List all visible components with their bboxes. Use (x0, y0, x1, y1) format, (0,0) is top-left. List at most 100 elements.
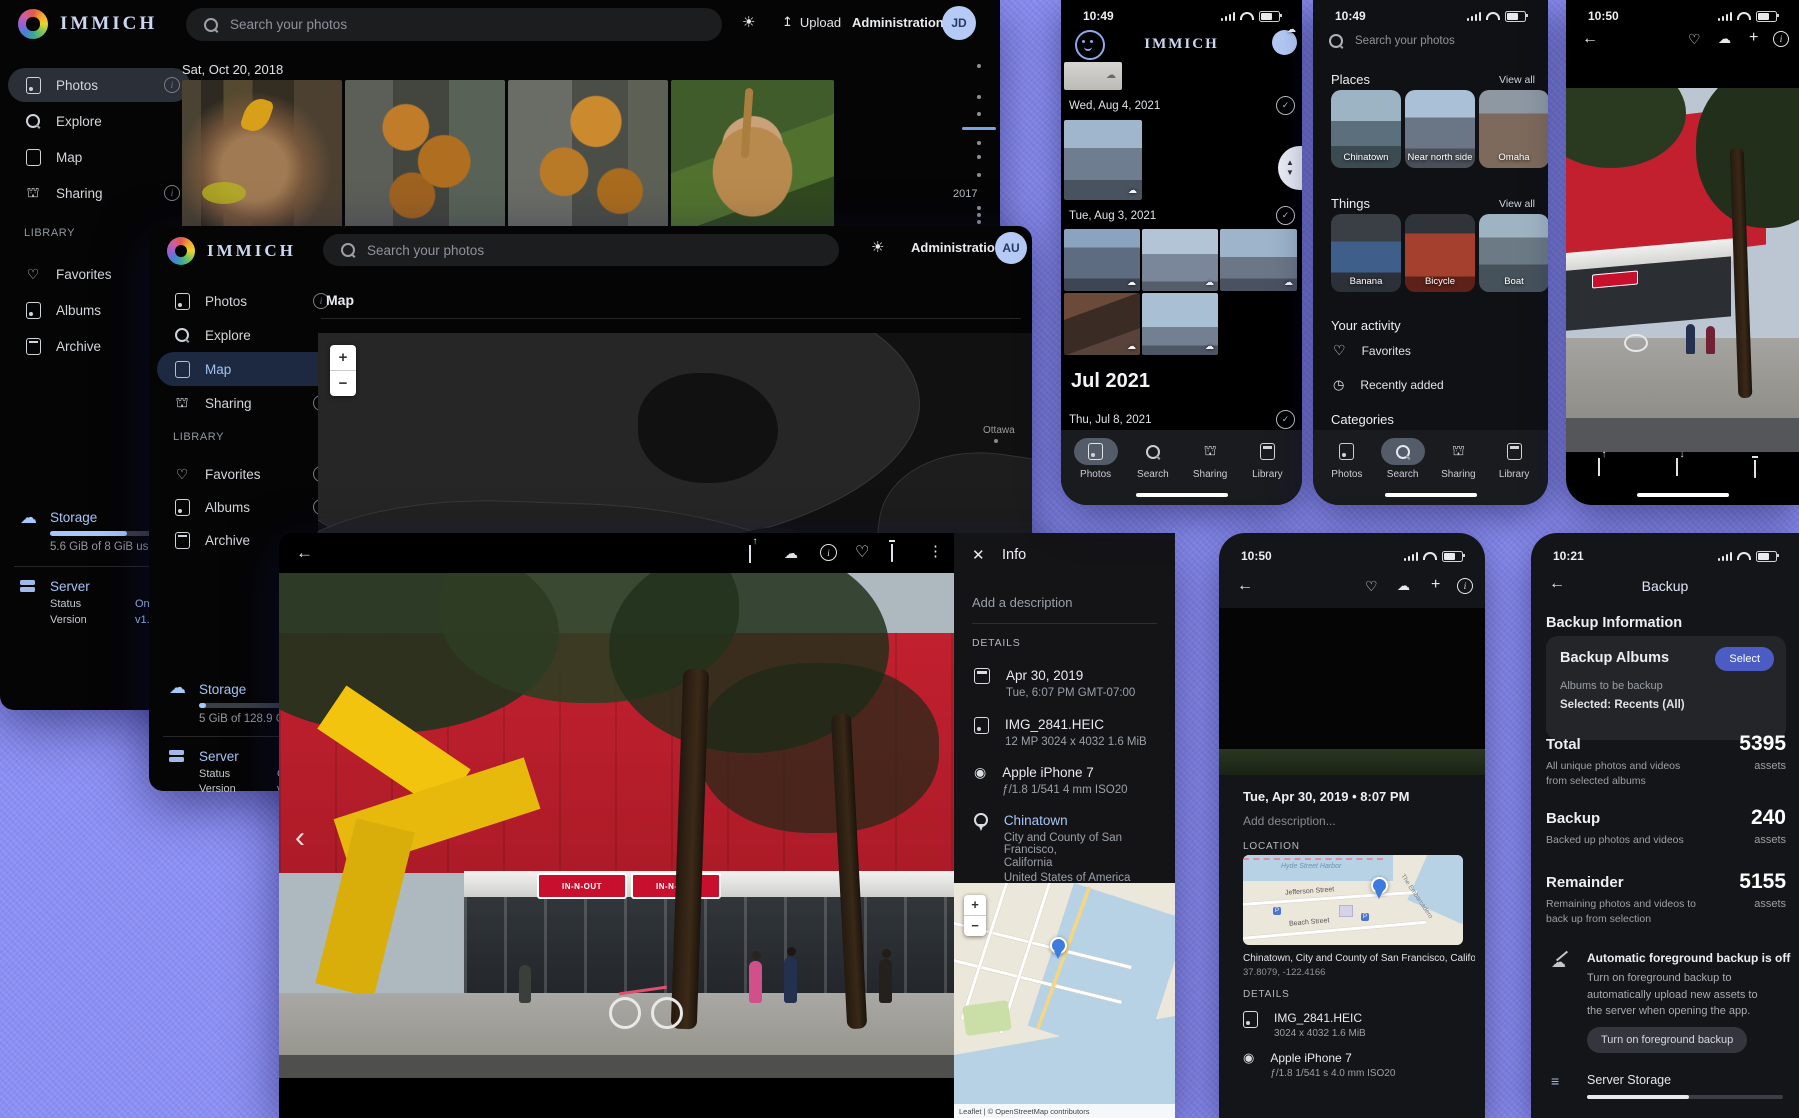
activity-recent-row[interactable]: ◷ Recently added (1333, 377, 1444, 393)
photo-thumbnail-mushroom-1[interactable] (182, 80, 342, 228)
info-icon[interactable]: i (1773, 31, 1789, 47)
things-view-all-link[interactable]: View all (1499, 198, 1535, 210)
detail-file-secondary: 3024 x 4032 1.6 MiB (1274, 1028, 1366, 1039)
add-icon[interactable]: + (1431, 576, 1440, 594)
search-input[interactable]: Search your photos (1329, 34, 1455, 48)
photo-thumbnail-mushroom-3[interactable] (508, 80, 668, 228)
brand-title: IMMICH (60, 13, 157, 35)
favorite-heart-icon[interactable]: ♡ (855, 542, 869, 562)
stat-remainder: Remainder 5155 Remaining photos and vide… (1546, 874, 1786, 927)
select-group-icon[interactable]: ✓ (1276, 410, 1295, 429)
add-icon[interactable]: + (1749, 29, 1758, 47)
zoom-out-button[interactable]: − (964, 915, 986, 936)
thing-card[interactable]: Bicycle (1405, 214, 1475, 292)
back-arrow-icon[interactable]: ← (296, 543, 313, 563)
share-icon[interactable] (749, 545, 751, 563)
sidebar-item-map[interactable]: Map (8, 140, 190, 174)
zoom-in-button[interactable]: + (964, 895, 986, 915)
trash-icon[interactable] (891, 544, 893, 562)
location-map[interactable]: + − Leaflet | © OpenStreetMap contributo… (954, 883, 1175, 1118)
thing-card[interactable]: Banana (1331, 214, 1401, 292)
sidebar-item-favorites[interactable]: ♡ Favorites i (157, 457, 339, 491)
sidebar-item-map[interactable]: Map (157, 352, 339, 386)
app-logo[interactable]: IMMICH (167, 237, 296, 265)
photo-thumbnail[interactable]: ☁ (1142, 293, 1218, 355)
sidebar-item-albums[interactable]: Albums i (157, 490, 339, 524)
select-button[interactable]: Select (1715, 647, 1774, 671)
nav-item-library[interactable]: Library (1239, 438, 1296, 505)
theme-toggle-sun-icon[interactable]: ☀ (871, 238, 884, 256)
favorite-heart-icon[interactable]: ♡ (1688, 31, 1701, 48)
place-card[interactable]: Omaha (1479, 90, 1548, 168)
map-zoom-control[interactable]: + − (330, 345, 356, 396)
asset-photo-in-n-out-mobile[interactable] (1566, 88, 1799, 452)
photo-thumbnail-mushroom-basket[interactable] (671, 80, 834, 228)
sidebar-item-photos[interactable]: Photos i (8, 68, 190, 102)
description-input[interactable]: Add description... (1243, 814, 1336, 828)
select-group-icon[interactable]: ✓ (1276, 206, 1295, 225)
archive-icon[interactable] (1676, 458, 1678, 476)
cloud-icon[interactable]: ☁ (784, 545, 798, 562)
photo-thumbnail-loading[interactable]: ☁ (1064, 62, 1122, 90)
photo-thumbnail-city[interactable]: ☁ (1064, 120, 1142, 200)
back-arrow-icon[interactable]: ← (1237, 577, 1253, 595)
administration-link[interactable]: Administration (852, 15, 944, 30)
info-icon[interactable]: i (1457, 578, 1473, 594)
theme-toggle-sun-icon[interactable]: ☀ (742, 13, 755, 31)
sidebar-item-sharing[interactable]: ⛫ Sharing i (157, 386, 339, 420)
detail-file-secondary: 12 MP 3024 x 4032 1.6 MiB (1005, 736, 1147, 748)
favorite-heart-icon[interactable]: ♡ (1365, 578, 1378, 595)
place-card[interactable]: Near north side (1405, 90, 1475, 168)
place-card[interactable]: Chinatown (1331, 90, 1401, 168)
select-group-icon[interactable]: ✓ (1276, 96, 1295, 115)
map-attribution[interactable]: Leaflet | © OpenStreetMap contributors (959, 1107, 1089, 1116)
nav-item-photos[interactable]: Photos (1319, 438, 1375, 505)
detail-location[interactable]: Chinatown (1004, 813, 1175, 828)
sidebar-item-explore[interactable]: Explore (157, 318, 339, 352)
location-map[interactable]: Hyde Street Harbor Jefferson Street Beac… (1243, 855, 1463, 945)
back-arrow-icon[interactable]: ← (1582, 30, 1598, 48)
trash-icon[interactable] (1754, 460, 1756, 478)
home-indicator[interactable] (1385, 493, 1477, 497)
sidebar-item-sharing[interactable]: ⛫ Sharing i (8, 176, 190, 210)
administration-link[interactable]: Administration (911, 240, 1003, 255)
sidebar-item-photos[interactable]: Photos i (157, 284, 339, 318)
timeline-scroll-thumb[interactable]: ▲▼ (1278, 146, 1302, 190)
map-zoom-control[interactable]: + − (964, 895, 986, 936)
asset-photo-dark[interactable] (1219, 608, 1485, 775)
photo-thumbnail[interactable]: ☁ (1220, 229, 1297, 291)
zoom-in-button[interactable]: + (330, 345, 356, 370)
thing-card[interactable]: Boat (1479, 214, 1548, 292)
turn-on-foreground-backup-button[interactable]: Turn on foreground backup (1587, 1027, 1747, 1053)
close-icon[interactable]: ✕ (972, 546, 985, 564)
cloud-upload-icon[interactable]: ☁ (1718, 31, 1731, 47)
search-input[interactable]: Search your photos (186, 8, 722, 41)
app-logo[interactable]: IMMICH (18, 9, 157, 39)
user-avatar[interactable]: JD (942, 6, 976, 40)
upload-button[interactable]: ↥ Upload (782, 14, 841, 30)
places-view-all-link[interactable]: View all (1499, 74, 1535, 86)
asset-photo-in-n-out[interactable]: IN-N-OUT IN-N-OUT (279, 573, 954, 1078)
photo-thumbnail[interactable]: ☁ (1142, 229, 1218, 291)
detail-filename: IMG_2841.HEIC (1005, 717, 1147, 732)
places-section-title: Places (1331, 72, 1370, 87)
sidebar-item-explore[interactable]: Explore (8, 104, 190, 138)
nav-item-library[interactable]: Library (1486, 438, 1542, 505)
user-avatar[interactable]: AU (995, 232, 1027, 264)
cloud-check-icon[interactable]: ☁ (1397, 578, 1410, 594)
info-icon[interactable]: i (820, 544, 837, 561)
photo-thumbnail[interactable]: ☁ (1064, 229, 1140, 291)
stat-backup: Backup 240 Backed up photos and videos a… (1546, 810, 1786, 848)
nav-item-photos[interactable]: Photos (1067, 438, 1124, 505)
zoom-out-button[interactable]: − (330, 370, 356, 396)
home-indicator[interactable] (1637, 493, 1729, 497)
kebab-menu-icon[interactable]: ⋮ (928, 542, 943, 560)
photo-thumbnail[interactable]: ☁ (1064, 293, 1140, 355)
photo-thumbnail-mushroom-2[interactable] (345, 80, 505, 228)
home-indicator[interactable] (1136, 493, 1228, 497)
share-icon[interactable] (1598, 458, 1600, 476)
activity-favorites-row[interactable]: ♡ Favorites (1333, 342, 1411, 359)
search-input[interactable]: Search your photos (323, 234, 839, 266)
previous-asset-chevron[interactable]: ‹ (295, 821, 305, 855)
description-input[interactable]: Add a description (972, 595, 1072, 610)
